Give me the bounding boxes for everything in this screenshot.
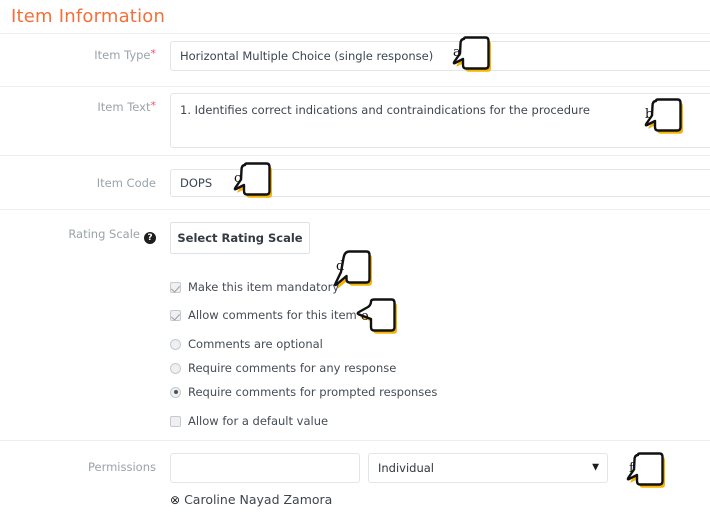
permissions-scope-select[interactable]: Individual ▼ [368, 453, 608, 483]
item-type-input[interactable] [170, 41, 710, 71]
option-comments-optional[interactable]: Comments are optional [170, 337, 323, 351]
page-title: Item Information [11, 6, 166, 27]
rating-scale-label: Rating Scale? [0, 227, 156, 244]
item-text-textarea[interactable] [170, 93, 710, 148]
permissions-search-input[interactable] [170, 453, 360, 483]
rating-scale-label-text: Rating Scale [68, 227, 140, 241]
row-separator [0, 33, 710, 34]
radio-require-prompted-responses[interactable] [170, 386, 181, 398]
option-allow-comments[interactable]: Allow comments for this item [170, 308, 357, 322]
permissions-scope-value: Individual [378, 461, 435, 475]
option-allow-default-value[interactable]: Allow for a default value [170, 414, 328, 428]
callout-c: c [225, 162, 272, 198]
caret-down-icon[interactable]: ▼ [592, 463, 599, 473]
question-mark-icon[interactable]: ? [144, 232, 156, 244]
item-text-label: Item Text* [0, 100, 156, 114]
item-information-form: Item Information Item Type* Item Text* I… [0, 0, 710, 519]
callout-e: e [350, 298, 397, 334]
option-label: Comments are optional [188, 337, 323, 351]
item-code-label: Item Code [96, 176, 156, 190]
checkbox-allow-comments[interactable] [170, 309, 181, 321]
callout-a-letter: a [453, 45, 461, 60]
checkbox-make-mandatory[interactable] [170, 281, 181, 293]
callout-f: f [618, 452, 665, 488]
option-label: Allow comments for this item [188, 308, 357, 322]
permissions-label: Permissions [87, 460, 156, 474]
item-text-label-text: Item Text [97, 100, 151, 114]
callout-d-letter: d [336, 259, 345, 274]
select-rating-scale-button[interactable]: Select Rating Scale [170, 222, 310, 254]
callout-e-letter: e [361, 309, 369, 324]
row-separator [0, 440, 710, 441]
callout-d: d [325, 250, 372, 289]
permission-chip-name: Caroline Nayad Zamora [184, 492, 333, 507]
option-make-mandatory[interactable]: Make this item mandatory [170, 280, 339, 294]
item-type-label-text: Item Type [94, 48, 151, 62]
checkbox-allow-default-value[interactable] [170, 415, 181, 427]
required-asterisk: * [150, 99, 157, 112]
required-asterisk: * [150, 47, 157, 60]
option-label: Require comments for any response [188, 361, 397, 375]
callout-f-letter: f [629, 461, 634, 476]
option-require-any-response[interactable]: Require comments for any response [170, 361, 396, 375]
row-separator [0, 155, 710, 156]
radio-comments-optional[interactable] [170, 338, 181, 350]
option-label: Allow for a default value [188, 414, 329, 428]
option-require-prompted-responses[interactable]: Require comments for prompted responses [170, 385, 437, 399]
callout-b-letter: b [645, 107, 654, 122]
option-label: Require comments for prompted responses [188, 385, 438, 399]
radio-require-any-response[interactable] [170, 362, 181, 374]
row-separator [0, 209, 710, 210]
item-type-label: Item Type* [0, 48, 156, 62]
remove-circle-icon[interactable]: ⊗ [170, 494, 180, 506]
permission-chip-caroline[interactable]: ⊗ Caroline Nayad Zamora [170, 492, 332, 507]
row-separator [0, 86, 710, 87]
callout-c-letter: c [234, 171, 242, 186]
option-label: Make this item mandatory [188, 280, 340, 294]
callout-a: a [444, 36, 491, 72]
callout-b: b [636, 98, 683, 134]
